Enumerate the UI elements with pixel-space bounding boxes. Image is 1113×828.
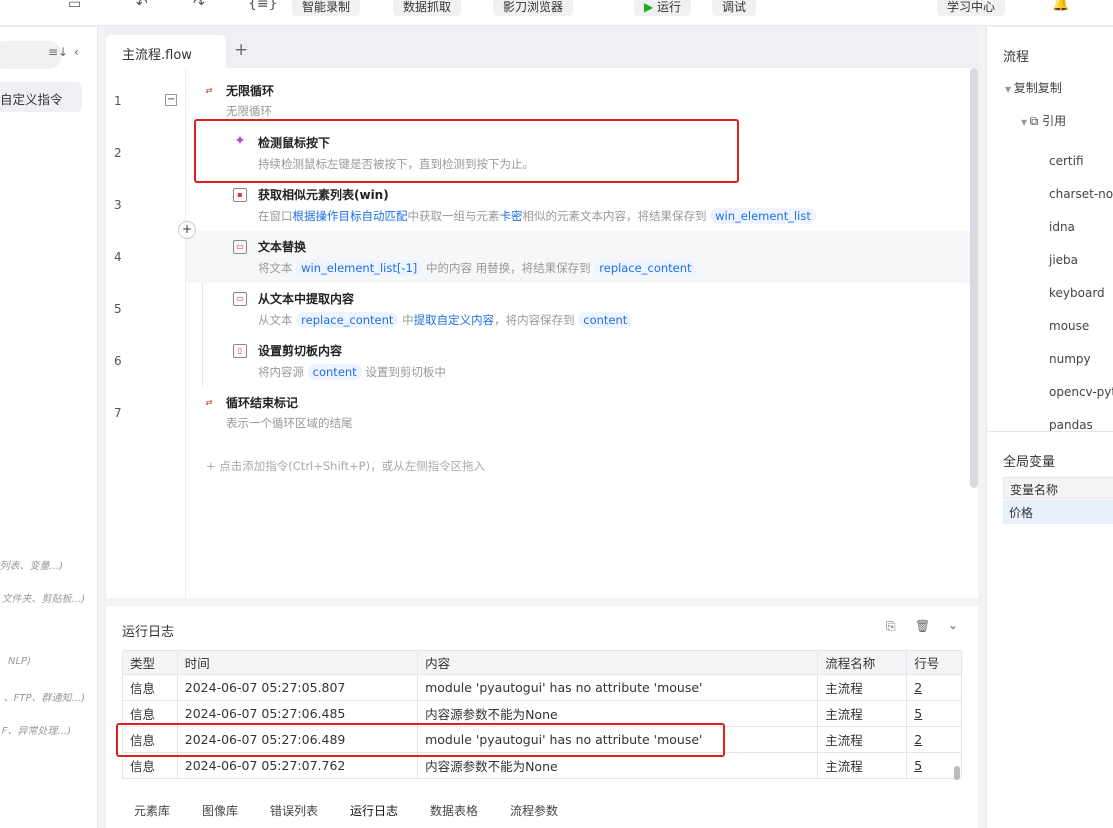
tree-group[interactable]: ▼ 复制复制: [1005, 79, 1062, 96]
package-item[interactable]: charset-nor: [1049, 178, 1113, 211]
step-desc: 从文本 replace_content 中提取自定义内容，将内容保存到 cont…: [258, 312, 633, 328]
var-row[interactable]: 价格: [1003, 500, 1113, 524]
line-link[interactable]: 2: [914, 732, 922, 747]
line-link[interactable]: 5: [914, 758, 922, 773]
trash-icon[interactable]: 🗑: [915, 619, 930, 633]
category-hint[interactable]: F、异常处理...): [2, 722, 71, 737]
bell-icon[interactable]: 🔔: [1052, 0, 1069, 12]
col-type: 类型: [122, 650, 178, 675]
step-title: 无限循环: [226, 84, 275, 98]
editor-scrollbar[interactable]: [970, 68, 978, 488]
package-item[interactable]: numpy: [1049, 343, 1113, 376]
step-desc: 将内容源 content 设置到剪切板中: [258, 364, 446, 380]
undo-icon[interactable]: ↶: [136, 0, 148, 12]
package-item[interactable]: certifi: [1049, 145, 1113, 178]
tab-bar: 主流程.flow +: [106, 27, 978, 68]
text-icon: ▭: [233, 240, 247, 254]
category-hint[interactable]: 文件夹、剪贴板...): [2, 590, 85, 605]
package-item[interactable]: opencv-pyt: [1049, 376, 1113, 409]
tab-image-library[interactable]: 图像库: [202, 802, 238, 819]
tab-flow-params[interactable]: 流程参数: [510, 802, 558, 819]
line-number: 1: [114, 94, 122, 108]
line-number: 3: [114, 198, 122, 212]
package-item[interactable]: jieba: [1049, 244, 1113, 277]
step-desc: 表示一个循环区域的结尾: [226, 416, 353, 430]
save-icon[interactable]: ▭: [68, 0, 81, 12]
step-title: 文本替换: [258, 240, 307, 254]
learning-center-button[interactable]: 学习中心: [937, 0, 1006, 16]
line-link[interactable]: 2: [914, 680, 922, 695]
category-hint[interactable]: 、FTP、群通知...): [4, 689, 85, 704]
run-label: 运行: [657, 0, 682, 14]
col-flow: 流程名称: [817, 650, 908, 675]
log-table: 类型 时间 内容 流程名称 行号 信息 2024-06-07 05:27:05.807 mo…: [122, 650, 962, 779]
collapse-icon[interactable]: ‹: [74, 45, 79, 59]
flow-panel-title: 流程: [1003, 50, 1030, 65]
package-list: certifi charset-nor idna jieba keyboard …: [1049, 145, 1113, 442]
play-icon: ▶: [644, 0, 658, 14]
clipboard-icon: ▯: [233, 344, 247, 358]
text-icon: ▭: [233, 292, 247, 306]
step-title: 循环结束标记: [226, 396, 299, 410]
line-link[interactable]: 5: [914, 706, 922, 721]
command-panel: ≡↓ ‹ 自定义指令 列表、变量...) 文件夹、剪贴板...) NLP) 、F…: [0, 27, 98, 828]
highlight-box: [116, 723, 725, 757]
top-toolbar: ▭ ↶ ↷ {≡} 智能录制 数据抓取 影刀浏览器 ▶ 运行 调试 学习中心 🔔: [0, 0, 1113, 26]
run-button[interactable]: ▶ 运行: [634, 0, 692, 16]
run-log-panel: 运行日志 ⎘ 🗑 ⌄ 类型 时间 内容 流程名称 行号 信息 2024-06-07 05:…: [106, 606, 978, 828]
window-icon: ▪: [233, 188, 247, 202]
col-content: 内容: [417, 650, 819, 675]
tab-main-flow[interactable]: 主流程.flow: [106, 35, 226, 68]
browser-button[interactable]: 影刀浏览器: [493, 0, 574, 16]
category-hint[interactable]: NLP): [8, 656, 31, 667]
step-desc: 将文本 win_element_list[-1] 中的内容 用替换，将结果保存到…: [258, 260, 697, 276]
table-row[interactable]: 信息 2024-06-07 05:27:05.807 module 'pyautog…: [122, 674, 962, 701]
line-number: 4: [114, 250, 122, 264]
table-header: 类型 时间 内容 流程名称 行号: [122, 650, 962, 675]
log-scrollbar[interactable]: [954, 766, 960, 780]
col-time: 时间: [176, 650, 419, 675]
right-panel: 流程 ▼ 复制复制 ▼ ⧉ 引用 certifi charset-nor idn…: [986, 27, 1113, 828]
data-capture-button[interactable]: 数据抓取: [393, 0, 462, 16]
col-line: 行号: [906, 650, 962, 675]
copy-icon: ⧉: [1029, 114, 1043, 128]
category-hint[interactable]: 列表、变量...): [0, 557, 63, 572]
tree-ref[interactable]: ▼ ⧉ 引用: [1021, 112, 1066, 129]
step-desc: 在窗口根据操作目标自动匹配中获取一组与元素卡密相似的元素文本内容，将结果保存到 …: [258, 208, 816, 224]
tab-error-list[interactable]: 错误列表: [270, 802, 318, 819]
loop-icon: ⇄: [205, 86, 213, 95]
tab-data-table[interactable]: 数据表格: [430, 802, 478, 819]
line-number: 2: [114, 146, 122, 160]
tab-run-log[interactable]: 运行日志: [350, 802, 398, 819]
smart-record-button[interactable]: 智能录制: [292, 0, 361, 16]
tab-element-library[interactable]: 元素库: [134, 802, 170, 819]
package-item[interactable]: pandas: [1049, 409, 1113, 442]
sort-icon[interactable]: ≡↓: [48, 45, 68, 59]
package-item[interactable]: mouse: [1049, 310, 1113, 343]
step-title: 从文本中提取内容: [258, 292, 355, 306]
code-icon[interactable]: {≡}: [248, 0, 278, 12]
package-item[interactable]: keyboard: [1049, 277, 1113, 310]
log-title: 运行日志: [122, 625, 175, 640]
highlight-box: [194, 119, 739, 183]
loop-end-icon: ⇄: [205, 398, 213, 407]
var-header: 变量名称: [1003, 477, 1113, 499]
insert-step-icon[interactable]: +: [178, 221, 196, 239]
chevron-down-icon[interactable]: ⌄: [948, 618, 958, 632]
custom-command-item[interactable]: 自定义指令: [0, 82, 82, 112]
debug-button[interactable]: 调试: [712, 0, 757, 16]
step-title: 设置剪切板内容: [258, 344, 343, 358]
global-vars-title: 全局变量: [1003, 455, 1056, 470]
export-icon[interactable]: ⎘: [886, 619, 896, 634]
add-command-hint[interactable]: + 点击添加指令(Ctrl+Shift+P)，或从左侧指令区拖入: [206, 458, 485, 474]
step-title: 获取相似元素列表(win): [258, 188, 389, 202]
redo-icon[interactable]: ↷: [193, 0, 205, 12]
collapse-block-icon[interactable]: −: [165, 94, 177, 106]
line-number: 6: [114, 354, 122, 368]
step-desc: 无限循环: [226, 104, 272, 118]
package-item[interactable]: idna: [1049, 211, 1113, 244]
add-tab-button[interactable]: +: [234, 40, 248, 60]
line-number: 7: [114, 406, 122, 420]
line-number: 5: [114, 302, 122, 316]
